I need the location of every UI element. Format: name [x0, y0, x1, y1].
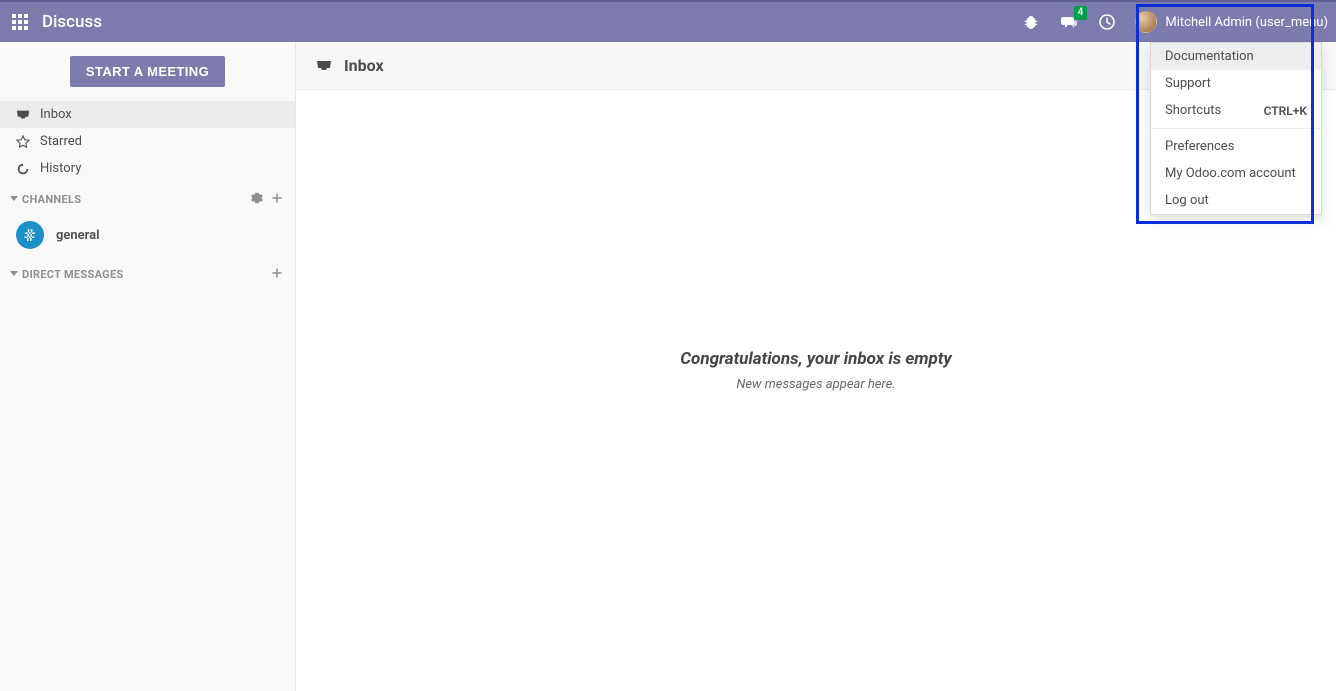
sidebar-item-starred[interactable]: Starred: [0, 128, 295, 155]
mailbox-list: Inbox Starred History: [0, 101, 295, 182]
star-icon: [16, 135, 30, 149]
menu-item-label: Shortcuts: [1165, 103, 1221, 118]
sidebar: START A MEETING Inbox Starred History: [0, 42, 296, 691]
inbox-icon: [316, 58, 332, 74]
dm-header: DIRECT MESSAGES: [0, 257, 295, 288]
plus-icon[interactable]: [271, 267, 283, 282]
bug-icon[interactable]: [1021, 12, 1041, 32]
avatar: [1135, 11, 1157, 33]
dm-actions: [271, 267, 283, 282]
chevron-down-icon: [10, 271, 18, 276]
user-menu-toggle[interactable]: Mitchell Admin (user_menu): [1135, 11, 1328, 33]
messages-badge: 4: [1074, 6, 1088, 20]
empty-subtitle: New messages appear here.: [736, 377, 895, 392]
channel-name: general: [56, 228, 99, 243]
chevron-down-icon: [10, 196, 18, 201]
menu-item-label: My Odoo.com account: [1165, 166, 1296, 181]
sidebar-item-inbox[interactable]: Inbox: [0, 101, 295, 128]
channels-toggle[interactable]: CHANNELS: [10, 193, 81, 206]
channel-general[interactable]: general: [0, 213, 295, 257]
menu-item-label: Documentation: [1165, 49, 1254, 64]
channels-actions: [251, 192, 283, 207]
plus-icon[interactable]: [271, 192, 283, 207]
sidebar-top: START A MEETING: [0, 42, 295, 101]
section-header-label: DIRECT MESSAGES: [22, 268, 124, 281]
navbar-right: 4 Mitchell Admin (user_menu): [1021, 11, 1328, 33]
menu-item-logout[interactable]: Log out: [1151, 187, 1321, 214]
apps-icon[interactable]: [12, 14, 28, 30]
navbar: Discuss 4 Mitchell Admin (user_menu): [0, 0, 1336, 42]
history-icon: [16, 162, 30, 176]
sidebar-item-label: History: [40, 161, 81, 176]
user-dropdown: Documentation Support Shortcuts CTRL+K P…: [1150, 42, 1322, 215]
body-area: START A MEETING Inbox Starred History: [0, 42, 1336, 691]
activity-clock-icon[interactable]: [1097, 12, 1117, 32]
menu-item-preferences[interactable]: Preferences: [1151, 133, 1321, 160]
divider: [1151, 128, 1321, 129]
user-name: Mitchell Admin (user_menu): [1165, 15, 1328, 30]
empty-title: Congratulations, your inbox is empty: [680, 349, 951, 369]
menu-item-label: Preferences: [1165, 139, 1234, 154]
shortcut-hint: CTRL+K: [1264, 104, 1307, 118]
section-header-label: CHANNELS: [22, 193, 81, 206]
menu-item-label: Log out: [1165, 193, 1209, 208]
menu-item-label: Support: [1165, 76, 1211, 91]
app-title[interactable]: Discuss: [42, 12, 102, 32]
menu-item-documentation[interactable]: Documentation: [1151, 43, 1321, 70]
start-meeting-button[interactable]: START A MEETING: [70, 56, 225, 87]
navbar-left: Discuss: [12, 12, 102, 32]
channels-header: CHANNELS: [0, 182, 295, 213]
messages-icon[interactable]: 4: [1059, 12, 1079, 32]
dm-toggle[interactable]: DIRECT MESSAGES: [10, 268, 124, 281]
hash-icon: [16, 221, 44, 249]
inbox-icon: [16, 108, 30, 122]
sidebar-item-label: Inbox: [40, 107, 72, 122]
menu-item-odoo-account[interactable]: My Odoo.com account: [1151, 160, 1321, 187]
sidebar-item-label: Starred: [40, 134, 82, 149]
menu-item-support[interactable]: Support: [1151, 70, 1321, 97]
gear-icon[interactable]: [251, 192, 263, 207]
sidebar-item-history[interactable]: History: [0, 155, 295, 182]
menu-item-shortcuts[interactable]: Shortcuts CTRL+K: [1151, 97, 1321, 124]
page-title: Inbox: [344, 56, 384, 75]
